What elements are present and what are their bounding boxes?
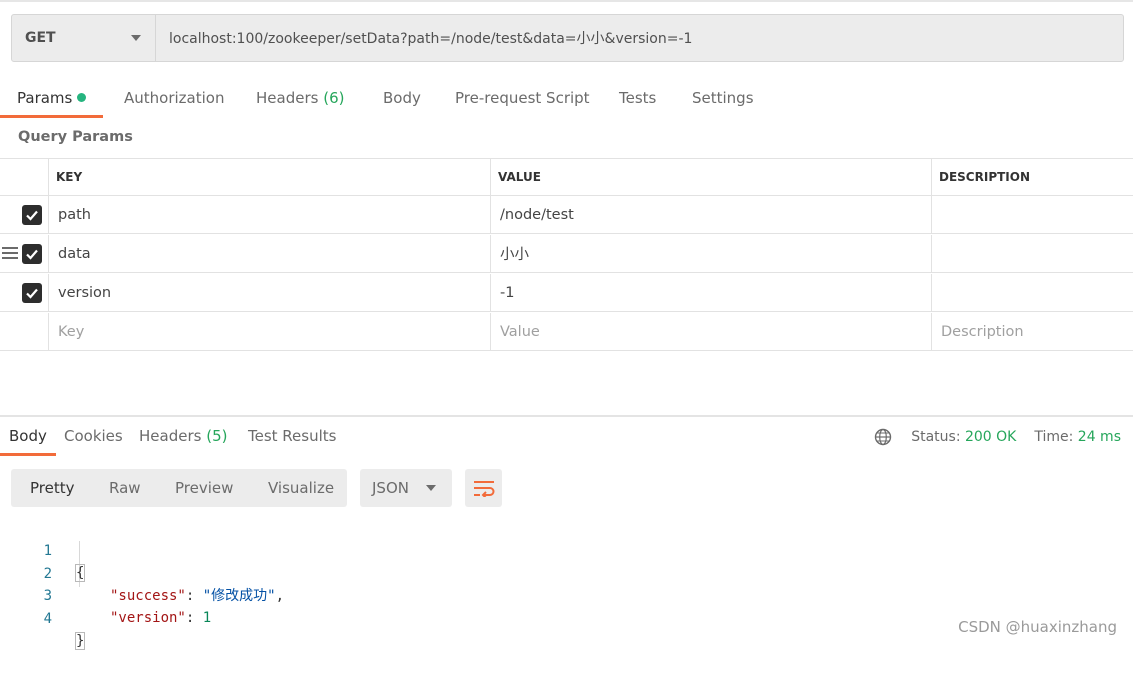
query-params-label: Query Params: [18, 129, 133, 145]
tab-tests[interactable]: Tests: [619, 84, 656, 115]
params-header-row: KEY VALUE DESCRIPTION: [0, 158, 1133, 196]
new-value-input[interactable]: Value: [490, 313, 931, 350]
format-raw[interactable]: Raw: [109, 469, 141, 507]
wrap-lines-button[interactable]: [465, 469, 502, 507]
row-checkbox[interactable]: [22, 205, 42, 225]
tab-body-label: Body: [383, 89, 421, 107]
response-tab-body[interactable]: Body: [0, 424, 56, 456]
header-description: DESCRIPTION: [931, 159, 1133, 195]
table-row: data 小小: [0, 235, 1133, 273]
json-open-brace: {: [74, 564, 86, 582]
format-pretty[interactable]: Pretty: [30, 469, 75, 507]
response-tab-test-results[interactable]: Test Results: [248, 424, 336, 453]
table-row: path /node/test: [0, 196, 1133, 234]
code-line: 3 "version": 1: [0, 563, 212, 626]
response-headers-count: (5): [206, 427, 228, 445]
header-value: VALUE: [490, 159, 931, 195]
param-key-cell[interactable]: version: [48, 274, 490, 311]
param-description-cell[interactable]: [931, 274, 1133, 311]
code-line: 1 {: [0, 518, 86, 582]
tab-body[interactable]: Body: [383, 84, 421, 115]
tab-authorization[interactable]: Authorization: [124, 84, 224, 115]
tab-pre-request-label: Pre-request Script: [455, 89, 590, 107]
row-checkbox[interactable]: [22, 283, 42, 303]
row-checkbox[interactable]: [22, 244, 42, 264]
response-divider[interactable]: [0, 415, 1133, 417]
table-row-new: Key Value Description: [0, 313, 1133, 351]
checkmark-icon: [26, 210, 38, 221]
time-value[interactable]: 24 ms: [1078, 429, 1121, 445]
format-visualize[interactable]: Visualize: [268, 469, 334, 507]
json-close-brace: }: [74, 632, 86, 650]
tab-tests-label: Tests: [619, 89, 657, 107]
new-key-input[interactable]: Key: [48, 313, 490, 350]
json-key-success: "success": [110, 588, 186, 604]
format-tabs: Pretty Raw Preview Visualize: [11, 469, 347, 507]
tab-settings[interactable]: Settings: [692, 84, 754, 115]
request-tabs: Params Authorization Headers (6) Body Pr…: [0, 84, 1133, 118]
params-active-dot-icon: [77, 93, 87, 102]
param-value-cell[interactable]: 小小: [490, 235, 931, 272]
param-description-cell[interactable]: [931, 235, 1133, 272]
param-key-cell[interactable]: path: [48, 196, 490, 233]
format-select-value: JSON: [372, 479, 409, 497]
tab-authorization-label: Authorization: [124, 89, 225, 107]
table-row: version -1: [0, 274, 1133, 312]
request-bar: GET localhost:100/zookeeper/setData?path…: [11, 14, 1124, 62]
tab-headers-count: (6): [323, 89, 345, 107]
response-tab-headers-label: Headers: [139, 427, 202, 445]
json-value-success: "修改成功": [202, 588, 276, 604]
method-select[interactable]: GET: [12, 15, 156, 61]
response-tab-cookies[interactable]: Cookies: [64, 424, 123, 453]
json-value-version: 1: [202, 610, 212, 626]
drag-handle-icon[interactable]: [2, 247, 18, 261]
tab-settings-label: Settings: [692, 89, 754, 107]
method-label: GET: [25, 30, 56, 46]
param-description-cell[interactable]: [931, 196, 1133, 233]
status-value[interactable]: 200 OK: [965, 429, 1016, 445]
param-value-cell[interactable]: /node/test: [490, 196, 931, 233]
chevron-down-icon: [426, 485, 436, 491]
watermark: CSDN @huaxinzhang: [958, 618, 1117, 636]
top-border: [0, 0, 1133, 2]
chevron-down-icon: [131, 35, 141, 41]
tab-params-label: Params: [17, 89, 73, 107]
status-label: Status:: [911, 429, 961, 445]
line-number: 4: [43, 611, 52, 627]
code-line: 2 "success": "修改成功",: [0, 541, 284, 604]
format-preview[interactable]: Preview: [175, 469, 233, 507]
response-tab-headers[interactable]: Headers (5): [139, 424, 227, 453]
globe-icon[interactable]: [874, 428, 892, 446]
format-select[interactable]: JSON: [360, 469, 452, 507]
tab-headers-label: Headers: [256, 89, 319, 107]
response-tab-body-label: Body: [9, 427, 47, 445]
header-key: KEY: [48, 159, 490, 195]
code-line: 4 }: [0, 586, 86, 650]
url-input[interactable]: localhost:100/zookeeper/setData?path=/no…: [156, 15, 1123, 61]
tab-params[interactable]: Params: [0, 84, 104, 118]
response-status: Status: 200 OK Time: 24 ms: [874, 428, 1121, 446]
json-key-version: "version": [110, 610, 186, 626]
param-value-cell[interactable]: -1: [490, 274, 931, 311]
param-key-cell[interactable]: data: [48, 235, 490, 272]
wrap-lines-icon: [473, 481, 494, 497]
url-text: localhost:100/zookeeper/setData?path=/no…: [169, 31, 693, 47]
checkmark-icon: [26, 249, 38, 260]
tab-headers[interactable]: Headers (6): [256, 84, 344, 115]
response-tab-cookies-label: Cookies: [64, 427, 123, 445]
checkmark-icon: [26, 288, 38, 299]
time-label: Time:: [1034, 429, 1074, 445]
tab-pre-request-script[interactable]: Pre-request Script: [455, 84, 590, 115]
new-description-input[interactable]: Description: [931, 313, 1133, 350]
response-tab-test-results-label: Test Results: [248, 427, 337, 445]
